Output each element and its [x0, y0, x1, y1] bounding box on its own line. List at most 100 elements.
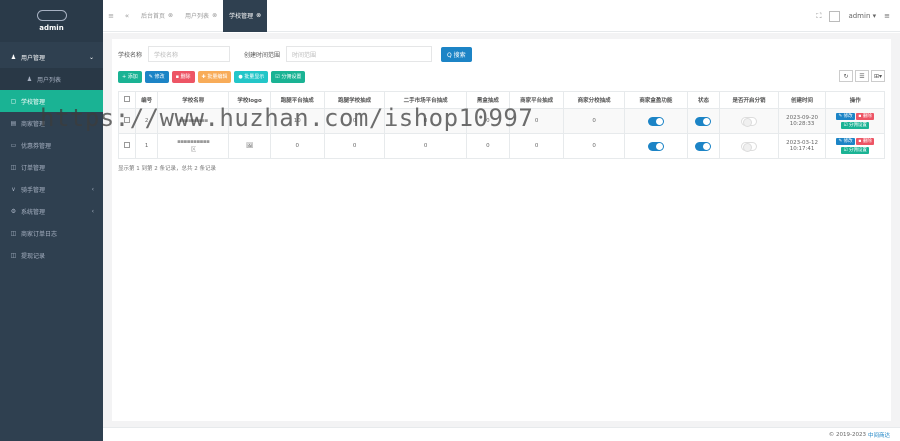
sidebar-item-coupon[interactable]: ▭ 优惠券管理 [0, 134, 103, 156]
created-range-input[interactable]: 时间范围 [286, 46, 433, 62]
row-edit-button[interactable]: ✎ 修改 [836, 113, 855, 120]
select-all-checkbox[interactable] [117, 91, 137, 109]
time: 10:17:41 [789, 146, 815, 152]
toggle-switch[interactable] [647, 116, 664, 126]
column-header[interactable]: 商家分校抽成 [563, 91, 625, 109]
school-name-label: 学校名称 [118, 51, 143, 59]
column-header[interactable]: 黑盒抽成 [465, 91, 511, 109]
tab-label: 学校管理 [229, 13, 254, 20]
cell-commission: 0 [269, 133, 325, 159]
sidebar-item-label: 订单管理 [21, 164, 46, 172]
columns-icon[interactable]: ☰ [855, 70, 869, 82]
sidebar-item-school[interactable]: ▢ 学校管理 [0, 90, 103, 112]
chevron-down-icon: ⌄ [88, 53, 94, 61]
table-tools: ↻ ☰ ⊞▾ [839, 70, 885, 82]
user-menu[interactable]: admin ▾ [848, 12, 876, 20]
menu-toggle-icon[interactable]: ≡ [103, 12, 119, 20]
list-icon: ◫ [10, 229, 17, 237]
tab-school-management[interactable]: 学校管理 ⊗ [223, 0, 268, 32]
top-bar: ≡ « 后台首页 ⊗ 用户列表 ⊗ 学校管理 ⊗ ⛶ admin ▾ ≡ [103, 0, 900, 32]
column-header[interactable]: 是否开启分销 [719, 91, 779, 109]
cell-commission: 0 [384, 108, 467, 134]
sidebar-item-system[interactable]: ⚙ 系统管理 ‹ [0, 200, 103, 222]
sidebar-item-user-list[interactable]: ♟ 用户列表 [0, 68, 103, 90]
broken-image-icon: 🖼 [246, 143, 254, 149]
search-button[interactable]: Q 搜索 [441, 46, 472, 62]
commission-settings-button[interactable]: ☑ 分佣设置 [271, 70, 306, 83]
main-content: 学校名称 学校名称 创建时间范围 时间范围 Q 搜索 + 添加 ✎ 修改 ▪ 删… [103, 33, 900, 427]
list-icon: ◫ [10, 251, 17, 259]
export-icon[interactable]: ⊞▾ [871, 70, 885, 82]
shop-icon: ▤ [10, 119, 17, 127]
fullscreen-icon[interactable]: ⛶ [817, 12, 822, 21]
footer-link[interactable]: 中间商达 [868, 431, 890, 439]
add-button[interactable]: + 添加 [118, 70, 142, 83]
column-header[interactable]: 二手市场平台抽成 [384, 91, 467, 109]
column-header[interactable]: 跑腿学校抽成 [323, 91, 386, 109]
row-commission-button[interactable]: ☑ 分佣设置 [841, 122, 869, 129]
batch-show-button[interactable]: ● 批量显示 [234, 70, 269, 83]
cell-toggle [719, 108, 779, 134]
column-header[interactable]: 创建时间 [777, 91, 827, 109]
row-delete-button[interactable]: ▪ 删除 [856, 113, 874, 120]
logo-icon [36, 10, 67, 21]
column-header[interactable]: 学校名称 [156, 91, 230, 109]
edit-button[interactable]: ✎ 修改 [144, 70, 169, 83]
sidebar-item-withdraw[interactable]: ◫ 提现记录 [0, 244, 103, 266]
cell-school-name: ▪▪▪▪▪▪▪▪▪▪ 区 [156, 133, 230, 159]
column-header[interactable]: 状态 [686, 91, 721, 109]
distribution-toggle[interactable] [740, 141, 757, 152]
column-header[interactable]: 编号 [135, 91, 158, 109]
distribution-toggle[interactable] [740, 116, 757, 127]
brand: admin [0, 0, 103, 42]
row-checkbox[interactable] [117, 108, 137, 134]
tabs-back-icon[interactable]: « [119, 12, 135, 20]
refresh-icon[interactable]: ↻ [839, 70, 853, 82]
checkbox-icon [124, 96, 131, 102]
row-edit-button[interactable]: ✎ 修改 [836, 138, 855, 145]
tab-home[interactable]: 后台首页 ⊗ [135, 0, 179, 32]
sidebar-item-user-management[interactable]: ♟ 用户管理 ⌄ [0, 46, 103, 68]
table-row[interactable]: 1 ▪▪▪▪▪▪▪▪▪▪ 区 🖼 0 0 0 0 0 0 2023-03-12 10… [117, 133, 885, 159]
tab-user-list[interactable]: 用户列表 ⊗ [179, 0, 223, 32]
checkbox-icon [124, 117, 131, 123]
toggle-switch[interactable] [647, 141, 664, 151]
close-icon[interactable]: ⊗ [256, 12, 261, 19]
status-toggle[interactable] [695, 116, 712, 126]
batch-edit-button[interactable]: ✚ 批量编辑 [197, 70, 232, 83]
tab-label: 用户列表 [185, 13, 210, 20]
search-form: 学校名称 学校名称 创建时间范围 时间范围 Q 搜索 [118, 45, 885, 63]
hamburger-icon[interactable]: ≡ [884, 12, 890, 20]
cell-commission: 0 [323, 108, 386, 134]
delete-button[interactable]: ▪ 删除 [171, 70, 195, 83]
tab-label: 后台首页 [141, 13, 166, 20]
school-name-input[interactable]: 学校名称 [148, 46, 231, 62]
status-toggle[interactable] [695, 141, 712, 151]
row-delete-button[interactable]: ▪ 删除 [856, 138, 874, 145]
sidebar-item-label: 用户列表 [37, 76, 62, 84]
row-commission-button[interactable]: ☑ 分佣设置 [841, 147, 869, 154]
close-icon[interactable]: ⊗ [212, 12, 217, 19]
sidebar-item-label: 系统管理 [21, 208, 46, 216]
column-header[interactable]: 商家盒盈功能 [623, 91, 688, 109]
sidebar-item-shop[interactable]: ▤ 商家管理 [0, 112, 103, 134]
cell-id: 1 [135, 133, 158, 159]
column-header[interactable]: 学校logo [228, 91, 271, 109]
avatar[interactable] [829, 10, 841, 22]
row-checkbox[interactable] [117, 133, 137, 159]
sidebar-item-order[interactable]: ◫ 订单管理 [0, 156, 103, 178]
user-icon: ♟ [10, 53, 17, 61]
created-range-label: 创建时间范围 [244, 51, 281, 59]
table-row[interactable]: 2 ▪▪▪▪▪▪▪▪▪ 10 0 0 0 0 0 2023-09-20 10:28… [117, 108, 885, 134]
close-icon[interactable]: ⊗ [168, 12, 173, 19]
cell-school-name: ▪▪▪▪▪▪▪▪▪ [156, 108, 230, 134]
school-icon: ▢ [10, 97, 17, 105]
copyright: © 2019-2023 [828, 431, 866, 438]
column-header[interactable]: 商家平台抽成 [509, 91, 565, 109]
top-right-tools: ⛶ admin ▾ ≡ [817, 0, 890, 32]
sidebar-item-shop-order-log[interactable]: ◫ 商家订单日志 [0, 222, 103, 244]
cell-commission: 0 [563, 133, 625, 159]
cell-commission: 0 [384, 133, 467, 159]
sidebar-item-rider[interactable]: ∨ 骑手管理 ‹ [0, 178, 103, 200]
column-header[interactable]: 跑腿平台抽成 [269, 91, 325, 109]
